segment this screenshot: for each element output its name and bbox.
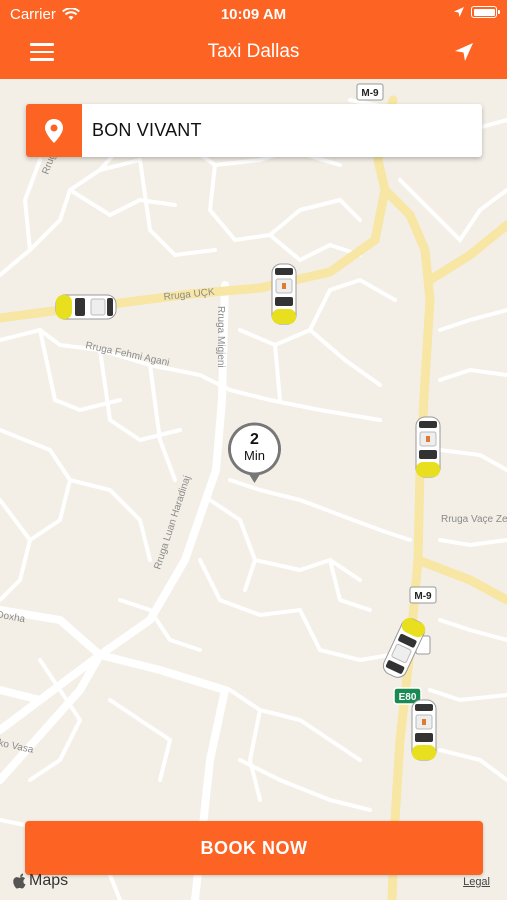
svg-text:Rruga Vaçe Zela: Rruga Vaçe Zela (441, 514, 507, 525)
status-time: 10:09 AM (220, 6, 287, 23)
status-bar: Carrier 10:09 AM (0, 0, 507, 28)
map-view[interactable]: M-9 M-9 E80 Rruga UÇK Rruga Fehmi Agani … (0, 79, 507, 900)
taxi-car-icon (55, 294, 117, 320)
destination-search-bar[interactable]: BON VIVANT (26, 104, 482, 157)
taxi-car-icon (411, 699, 437, 761)
eta-pickup-marker[interactable]: 2 Min (226, 421, 283, 487)
eta-unit: Min (244, 448, 265, 463)
svg-text:Rruga Migjeni: Rruga Migjeni (215, 306, 226, 368)
map-pin-icon (26, 104, 82, 157)
apple-maps-attribution: Maps (13, 872, 68, 890)
maps-label: Maps (29, 872, 69, 889)
destination-value[interactable]: BON VIVANT (92, 120, 202, 141)
location-arrow-icon[interactable] (453, 41, 475, 63)
page-title: Taxi Dallas (207, 41, 300, 62)
taxi-car-icon (415, 416, 441, 478)
legal-link[interactable]: Legal (463, 876, 490, 888)
app-screen: M-9 M-9 E80 Rruga UÇK Rruga Fehmi Agani … (0, 0, 507, 900)
svg-text:M-9: M-9 (414, 591, 432, 602)
nav-bar: Taxi Dallas (0, 28, 507, 79)
road-badge-m9-bottom: M-9 (409, 586, 437, 604)
taxi-car-icon (271, 263, 297, 325)
location-services-icon (454, 7, 464, 17)
app-header: Carrier 10:09 AM Taxi Dallas (0, 0, 507, 79)
book-now-button[interactable]: BOOK NOW (25, 821, 483, 875)
apple-logo-icon (13, 873, 26, 889)
eta-value: 2 (250, 431, 259, 448)
svg-text:M-9: M-9 (361, 88, 379, 99)
road-badge-m9-top: M-9 (356, 83, 384, 101)
battery-icon (471, 6, 500, 18)
